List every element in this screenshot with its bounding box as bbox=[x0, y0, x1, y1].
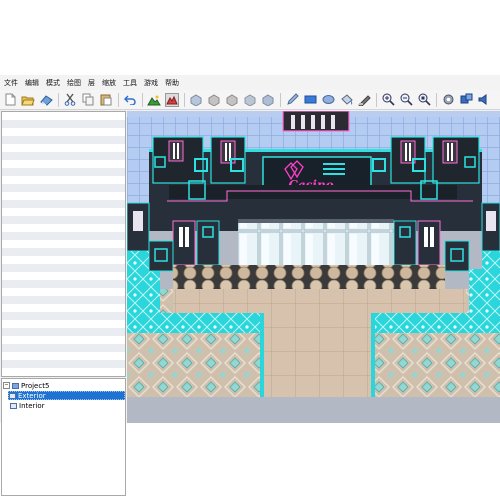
teal-border-right bbox=[371, 313, 375, 397]
teal-right-inner bbox=[469, 269, 500, 333]
shadow-pen-icon[interactable] bbox=[357, 93, 371, 107]
sound-test-icon[interactable] bbox=[477, 93, 491, 107]
map-icon bbox=[10, 402, 17, 409]
tree-root-row[interactable]: − Project5 bbox=[3, 381, 49, 390]
map-canvas[interactable]: Casino bbox=[127, 111, 500, 423]
menu-layer[interactable]: 层 bbox=[88, 78, 95, 88]
lower-border bbox=[127, 397, 500, 423]
cut-icon[interactable] bbox=[63, 93, 77, 107]
region-b-icon[interactable] bbox=[207, 93, 221, 107]
menu-file[interactable]: 文件 bbox=[4, 78, 18, 88]
tower-right bbox=[432, 136, 480, 184]
copy-icon[interactable] bbox=[81, 93, 95, 107]
project-icon bbox=[12, 382, 19, 389]
menu-edit[interactable]: 编辑 bbox=[25, 78, 39, 88]
region-e-icon[interactable] bbox=[261, 93, 275, 107]
fill-icon[interactable] bbox=[339, 93, 353, 107]
zoom-in-icon[interactable] bbox=[381, 93, 395, 107]
map-label: Exterior bbox=[18, 391, 46, 400]
toolbar-separator bbox=[118, 92, 119, 107]
paste-icon[interactable] bbox=[99, 93, 113, 107]
toolbar-separator bbox=[280, 92, 281, 107]
menu-bar: 文件 编辑 模式 绘图 层 缩放 工具 游戏 帮助 bbox=[0, 75, 500, 90]
pillar-right-outer bbox=[481, 202, 500, 252]
toolbar-separator bbox=[436, 92, 437, 107]
save-project-icon[interactable] bbox=[39, 93, 53, 107]
toolbar bbox=[0, 90, 500, 110]
map-label: Interior bbox=[19, 401, 45, 410]
map-layer-icon[interactable] bbox=[147, 93, 161, 107]
toolbar-separator bbox=[184, 92, 185, 107]
pillar-left-corner bbox=[148, 240, 174, 272]
map-item-exterior[interactable]: Exterior bbox=[8, 391, 125, 400]
region-d-icon[interactable] bbox=[243, 93, 257, 107]
menu-mode[interactable]: 模式 bbox=[46, 78, 60, 88]
toolbar-separator bbox=[376, 92, 377, 107]
region-c-icon[interactable] bbox=[225, 93, 239, 107]
beige-center-path bbox=[263, 289, 372, 397]
map-icon bbox=[9, 392, 16, 399]
toolbar-separator bbox=[142, 92, 143, 107]
project-name: Project5 bbox=[21, 381, 50, 390]
rectangle-icon[interactable] bbox=[303, 93, 317, 107]
ornate-right bbox=[372, 333, 500, 397]
pillar-left-outer bbox=[127, 202, 150, 252]
pencil-icon[interactable] bbox=[285, 93, 299, 107]
event-layer-icon[interactable] bbox=[165, 92, 179, 107]
region-a-icon[interactable] bbox=[189, 93, 203, 107]
new-project-icon[interactable] bbox=[3, 93, 17, 107]
collapse-toggle-icon[interactable]: − bbox=[3, 382, 10, 389]
menu-scale[interactable]: 缩放 bbox=[102, 78, 116, 88]
plugin-icon[interactable] bbox=[459, 93, 473, 107]
database-icon[interactable] bbox=[441, 93, 455, 107]
teal-left-inner bbox=[127, 269, 160, 333]
teal-border-left bbox=[260, 313, 264, 397]
entrance-doors bbox=[238, 221, 394, 265]
menu-help[interactable]: 帮助 bbox=[165, 78, 179, 88]
menu-game[interactable]: 游戏 bbox=[144, 78, 158, 88]
editor-window: 文件 编辑 模式 绘图 层 缩放 工具 游戏 帮助 − Project5 Ext… bbox=[0, 75, 500, 496]
toolbar-separator bbox=[58, 92, 59, 107]
menu-tools[interactable]: 工具 bbox=[123, 78, 137, 88]
pillar-right-corner bbox=[444, 240, 470, 272]
ornate-left bbox=[127, 333, 263, 397]
map-item-interior[interactable]: Interior bbox=[10, 401, 45, 410]
map-tree: − Project5 Exterior Interior bbox=[1, 378, 126, 496]
zoom-out-icon[interactable] bbox=[399, 93, 413, 107]
zoom-actual-icon[interactable] bbox=[417, 93, 431, 107]
tileset-palette[interactable] bbox=[1, 111, 126, 377]
undo-icon[interactable] bbox=[123, 93, 137, 107]
open-project-icon[interactable] bbox=[21, 93, 35, 107]
menu-draw[interactable]: 绘图 bbox=[67, 78, 81, 88]
ellipse-icon[interactable] bbox=[321, 93, 335, 107]
casino-map: Casino bbox=[127, 111, 500, 423]
table-row bbox=[173, 265, 445, 289]
